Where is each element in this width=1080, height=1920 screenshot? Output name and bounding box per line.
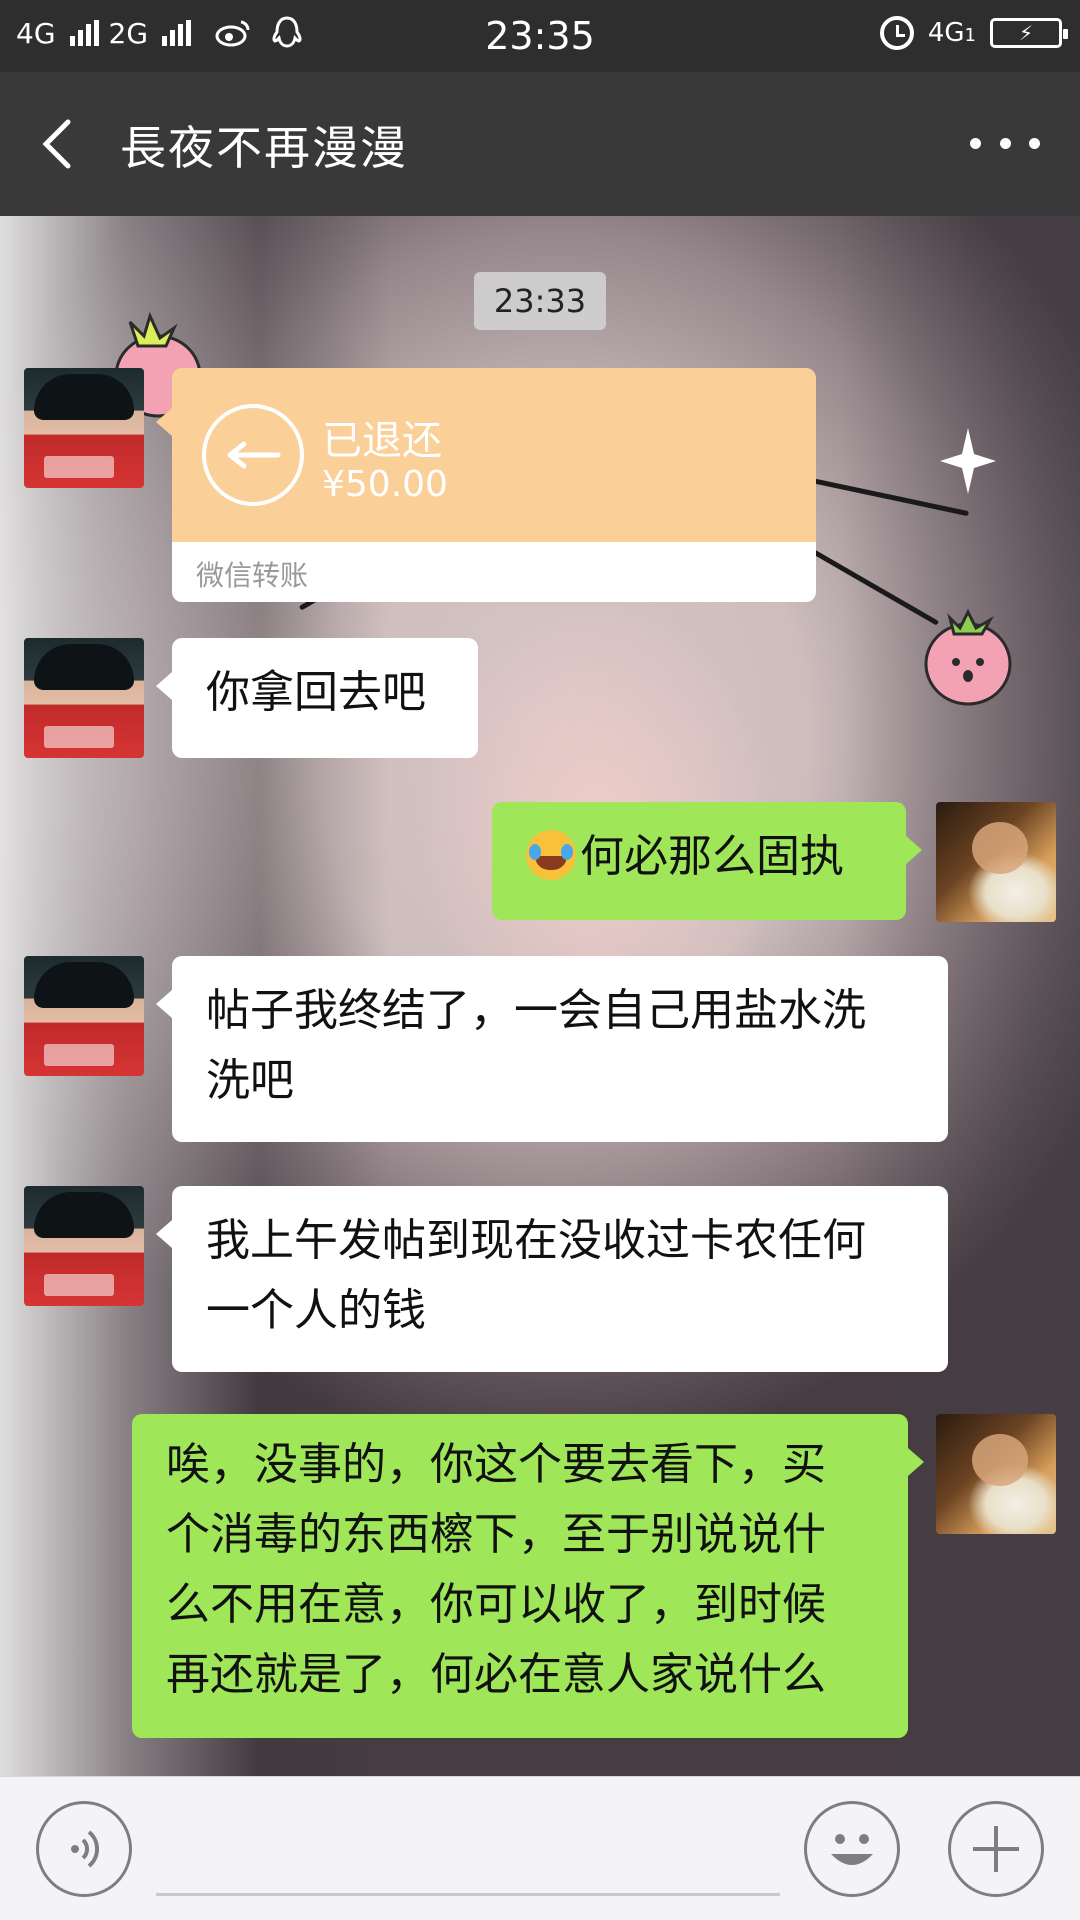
message-text-line: 唉，没事的，你这个要去看下，买 <box>166 1439 826 1490</box>
message-text: 你拿回去吧 <box>206 667 426 718</box>
message-text-line: 我上午发帖到现在没收过卡农任何 <box>206 1215 866 1266</box>
message-bubble-outgoing[interactable]: 唉，没事的，你这个要去看下，买 个消毒的东西檫下，至于别说说什 么不用在意，你可… <box>132 1414 924 1738</box>
network-right: 4G1 <box>927 18 976 48</box>
refund-arrow-icon <box>202 404 304 506</box>
contact-avatar[interactable] <box>24 638 144 758</box>
contact-avatar[interactable] <box>24 1186 144 1306</box>
alarm-icon <box>879 16 914 50</box>
more-dots-icon <box>970 137 981 149</box>
message-bubble-outgoing[interactable]: 何必那么固执 <box>492 802 922 920</box>
message-text-line: 个消毒的东西檫下，至于别说说什 <box>166 1509 826 1560</box>
transfer-card-footer: 微信转账 <box>172 542 816 602</box>
message-bubble-incoming[interactable]: 你拿回去吧 <box>156 638 478 758</box>
input-bar <box>0 1776 1080 1920</box>
contact-avatar[interactable] <box>24 368 144 488</box>
chevron-left-icon <box>42 119 71 169</box>
transfer-status: 已退还 <box>322 418 442 464</box>
emoji-icon <box>831 1834 873 1865</box>
transfer-amount: ¥50.00 <box>322 464 448 505</box>
battery-icon: ⚡ <box>990 18 1068 48</box>
message-text-line: 么不用在意，你可以收了，到时候 <box>166 1579 826 1630</box>
message-input[interactable] <box>156 1893 780 1896</box>
status-right: 4G1 ⚡ <box>879 16 1068 50</box>
chat-title: 長夜不再漫漫 <box>120 121 408 175</box>
message-text: 何必那么固执 <box>580 831 844 882</box>
sparkle-icon <box>940 428 996 494</box>
my-avatar[interactable] <box>936 1414 1056 1534</box>
emoji-button[interactable] <box>804 1801 900 1897</box>
my-avatar[interactable] <box>936 802 1056 922</box>
more-button[interactable] <box>970 128 1040 158</box>
crying-laughing-emoji-icon <box>526 830 576 880</box>
plus-icon <box>973 1826 1019 1872</box>
transfer-card-body: 已退还 ¥50.00 <box>172 368 816 542</box>
contact-avatar[interactable] <box>24 956 144 1076</box>
back-button[interactable] <box>30 112 90 176</box>
transfer-card[interactable]: 已退还 ¥50.00 微信转账 <box>156 368 816 602</box>
voice-icon <box>71 1830 100 1868</box>
more-actions-button[interactable] <box>948 1801 1044 1897</box>
strawberry-sticker-icon <box>924 608 1012 706</box>
message-text-line: 帖子我终结了，一会自己用盐水洗 <box>206 985 866 1036</box>
message-text-line: 一个人的钱 <box>206 1285 426 1336</box>
chat-header: 長夜不再漫漫 <box>0 72 1080 216</box>
message-text-line: 洗吧 <box>206 1055 294 1106</box>
transfer-label: 微信转账 <box>196 559 309 592</box>
message-timestamp: 23:33 <box>474 272 606 330</box>
message-bubble-incoming[interactable]: 我上午发帖到现在没收过卡农任何 一个人的钱 <box>156 1186 948 1372</box>
status-bar: 4G 2G 23:35 4G1 ⚡ <box>0 0 1080 72</box>
voice-button[interactable] <box>36 1801 132 1897</box>
message-text-line: 再还就是了，何必在意人家说什么 <box>166 1649 826 1700</box>
message-bubble-incoming[interactable]: 帖子我终结了，一会自己用盐水洗 洗吧 <box>156 956 948 1142</box>
